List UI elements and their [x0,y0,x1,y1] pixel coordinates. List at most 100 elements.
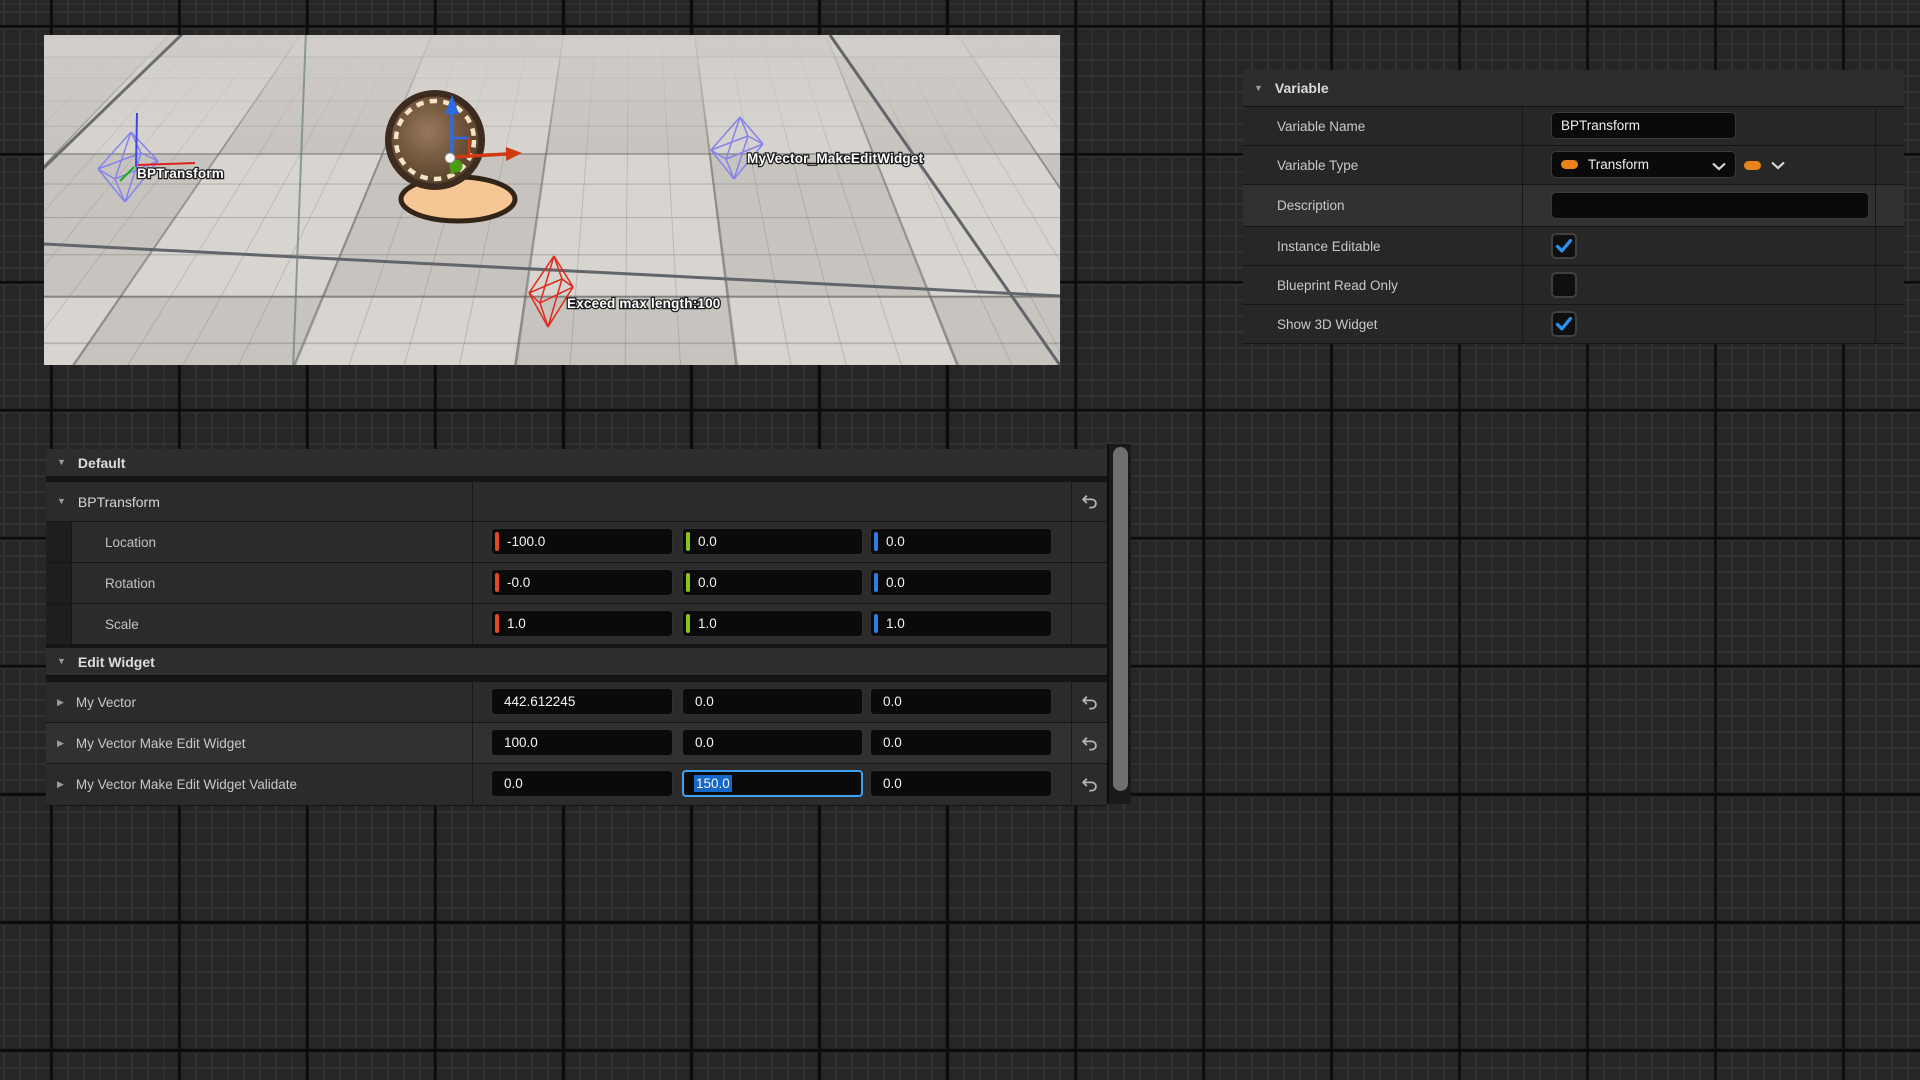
chevron-expanded-icon[interactable]: ▼ [57,497,66,506]
my-vector-make-edit-widget-validate-row: ▶ My Vector Make Edit Widget Validate 0.… [46,764,1107,805]
my-vector-row: ▶ My Vector 442.612245 0.0 0.0 [46,682,1107,722]
rotation-z-input[interactable]: 0.0 [870,569,1052,596]
x-axis-bar [495,614,499,633]
container-type-pill-icon[interactable] [1744,161,1761,170]
chevron-expanded-icon[interactable]: ▼ [57,657,66,666]
y-axis-bar [686,614,690,633]
chevron-expanded-icon[interactable]: ▼ [1254,84,1263,93]
sphere-body [392,97,479,184]
gizmo-x-arrowhead[interactable] [506,147,522,161]
z-axis-bar [874,573,878,592]
location-row: Location -100.0 0.0 0.0 [46,522,1107,562]
details-scrollbar-track[interactable] [1107,444,1131,804]
reset-to-default-icon[interactable] [1080,735,1099,752]
bptransform-widget[interactable] [98,113,195,202]
bptransform-property-row: ▼ BPTransform [46,482,1107,521]
instance-editable-checkbox[interactable] [1551,233,1577,259]
show-3d-widget-row: Show 3D Widget [1243,305,1904,343]
location-label: Location [105,535,156,550]
variable-section-header[interactable]: ▼ Variable [1243,70,1904,107]
show-3d-widget-checkbox[interactable] [1551,311,1577,337]
exceed-max-widget[interactable] [529,256,573,327]
details-scrollbar-thumb[interactable] [1113,447,1128,791]
edit-widget-section-title: Edit Widget [78,654,155,670]
chevron-collapsed-icon[interactable]: ▶ [57,739,64,748]
chevron-expanded-icon[interactable]: ▼ [57,458,66,467]
blueprint-graph-background[interactable]: BPTransform MyVector_MakeEditWidget [0,0,1920,1080]
description-input[interactable] [1551,192,1869,219]
bptransform-property-label: BPTransform [78,494,160,510]
instance-editable-label: Instance Editable [1243,227,1523,265]
location-y-input[interactable]: 0.0 [682,528,863,555]
edit-widget-section-header[interactable]: ▼ Edit Widget [46,648,1107,676]
variable-type-value: Transform [1588,157,1649,172]
chevron-collapsed-icon[interactable]: ▶ [57,698,64,707]
checkmark-icon [1555,316,1573,332]
myvector-makeeditwidget-label: MyVector_MakeEditWidget [747,151,924,166]
y-axis-bar [686,573,690,592]
chevron-down-icon [1712,162,1726,171]
y-axis-bar [686,532,690,551]
widget-z-line [136,113,137,167]
blueprint-read-only-label: Blueprint Read Only [1243,266,1523,304]
default-section-title: Default [78,455,125,471]
chevron-collapsed-icon[interactable]: ▶ [57,780,64,789]
reset-to-default-icon[interactable] [1080,694,1099,711]
z-axis-bar [874,532,878,551]
reset-to-default-icon[interactable] [1080,776,1099,793]
viewport-3d-preview[interactable]: BPTransform MyVector_MakeEditWidget [44,35,1060,365]
my-vector-make-edit-widget-row: ▶ My Vector Make Edit Widget 100.0 0.0 0… [46,723,1107,763]
transform-type-pill-icon [1561,160,1578,169]
location-z-input[interactable]: 0.0 [870,528,1052,555]
widget-x-line [138,163,195,165]
viewport-overlay: BPTransform MyVector_MakeEditWidget [44,35,1060,365]
my-vector-x-input[interactable]: 442.612245 [491,688,673,715]
defaults-details-panel: ▼ Default ▼ BPTransform Location -100.0 … [46,449,1107,806]
variable-name-value: BPTransform [1561,118,1640,133]
my-vector-make-edit-widget-validate-z-input[interactable]: 0.0 [870,770,1052,797]
my-vector-make-edit-widget-validate-x-input[interactable]: 0.0 [491,770,673,797]
variable-name-input[interactable]: BPTransform [1551,112,1736,139]
variable-section-title: Variable [1275,80,1329,96]
variable-type-dropdown[interactable]: Transform [1551,151,1736,178]
scale-label: Scale [105,617,139,632]
x-axis-bar [495,573,499,592]
myvector-makeeditwidget-widget[interactable] [711,117,763,179]
container-type-chevron-icon[interactable] [1771,161,1785,170]
my-vector-make-edit-widget-y-input[interactable]: 0.0 [682,729,863,756]
description-row: Description [1243,185,1904,226]
my-vector-make-edit-widget-label: My Vector Make Edit Widget [76,736,246,751]
show-3d-widget-label: Show 3D Widget [1243,305,1523,343]
gizmo-origin-dot[interactable] [445,153,455,163]
my-vector-make-edit-widget-z-input[interactable]: 0.0 [870,729,1052,756]
checkmark-icon [1555,238,1573,254]
rotation-y-input[interactable]: 0.0 [682,569,863,596]
variable-name-row: Variable Name BPTransform [1243,107,1904,145]
default-section-header[interactable]: ▼ Default [46,449,1107,477]
z-axis-bar [874,614,878,633]
bptransform-label: BPTransform [137,166,224,181]
my-vector-z-input[interactable]: 0.0 [870,688,1052,715]
rotation-x-input[interactable]: -0.0 [491,569,673,596]
description-label: Description [1243,185,1523,226]
variable-type-row: Variable Type Transform [1243,146,1904,184]
rotation-row: Rotation -0.0 0.0 0.0 [46,563,1107,603]
instance-editable-row: Instance Editable [1243,227,1904,265]
blueprint-read-only-checkbox[interactable] [1551,272,1577,298]
my-vector-make-edit-widget-x-input[interactable]: 100.0 [491,729,673,756]
scale-y-input[interactable]: 1.0 [682,610,863,637]
scale-x-input[interactable]: 1.0 [491,610,673,637]
exceed-max-length-label: Exceed max length:100 [567,296,721,311]
my-vector-make-edit-widget-validate-label: My Vector Make Edit Widget Validate [76,777,297,792]
my-vector-label: My Vector [76,695,136,710]
selected-text: 150.0 [694,775,732,792]
reset-to-default-icon[interactable] [1080,493,1099,510]
x-axis-bar [495,532,499,551]
scale-z-input[interactable]: 1.0 [870,610,1052,637]
my-vector-y-input[interactable]: 0.0 [682,688,863,715]
variable-type-label: Variable Type [1243,146,1523,184]
rotation-label: Rotation [105,576,155,591]
location-x-input[interactable]: -100.0 [491,528,673,555]
variable-details-panel: ▼ Variable Variable Name BPTransform Var… [1243,70,1904,344]
my-vector-make-edit-widget-validate-y-input-editing[interactable]: 150.0 [682,770,863,797]
